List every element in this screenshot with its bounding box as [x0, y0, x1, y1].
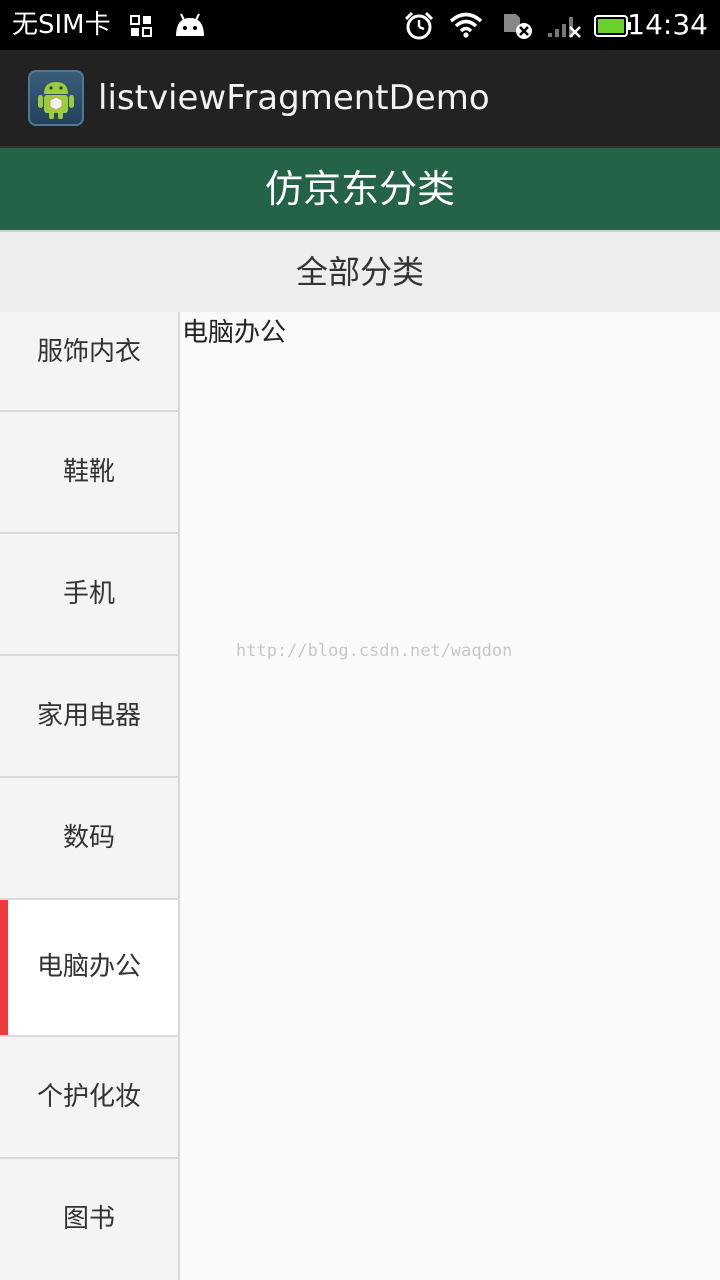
category-item-shoes[interactable]: 鞋靴	[0, 412, 178, 534]
category-item-personal-care[interactable]: 个护化妆	[0, 1037, 178, 1159]
category-label: 服饰内衣	[36, 337, 141, 367]
category-label: 数码	[62, 823, 115, 853]
action-bar: listviewFragmentDemo	[0, 50, 720, 148]
all-categories-label: 全部分类	[295, 253, 424, 291]
category-label: 鞋靴	[62, 457, 115, 487]
category-item-digital[interactable]: 数码	[0, 778, 178, 900]
category-item-books[interactable]: 图书	[0, 1159, 178, 1280]
category-content-panel: 电脑办公	[180, 312, 720, 1280]
android-app-icon[interactable]	[28, 70, 84, 126]
category-item-phones[interactable]: 手机	[0, 534, 178, 656]
category-item-appliances[interactable]: 家用电器	[0, 656, 178, 778]
status-bar: 无SIM卡 14:34	[0, 0, 720, 50]
category-label: 个护化妆	[36, 1082, 141, 1112]
alarm-icon	[404, 11, 434, 41]
battery-icon	[594, 15, 632, 37]
grid-icon	[130, 15, 152, 37]
category-label: 家用电器	[36, 701, 141, 731]
category-list[interactable]: 服饰内衣 鞋靴 手机 家用电器 数码 电脑办公 个护化妆 图书	[0, 312, 180, 1280]
sim-error-icon	[502, 12, 534, 40]
category-item-clothing[interactable]: 服饰内衣	[0, 312, 178, 412]
wifi-icon	[449, 12, 483, 38]
watermark-text: http://blog.csdn.net/waqdon	[236, 641, 513, 661]
page-title-bar: 仿京东分类	[0, 148, 720, 230]
signal-icon	[546, 13, 582, 39]
carrier-label: 无SIM卡	[12, 10, 111, 40]
clock: 14:34	[627, 8, 708, 41]
category-label: 手机	[62, 579, 115, 609]
category-label: 电脑办公	[36, 952, 141, 982]
all-categories-header: 全部分类	[0, 230, 720, 312]
app-title: listviewFragmentDemo	[98, 78, 490, 118]
page-title: 仿京东分类	[264, 167, 455, 211]
category-item-computers-office[interactable]: 电脑办公	[0, 900, 178, 1037]
android-notification-icon	[172, 12, 208, 38]
category-label: 图书	[62, 1204, 115, 1234]
content-title: 电脑办公	[182, 318, 287, 348]
